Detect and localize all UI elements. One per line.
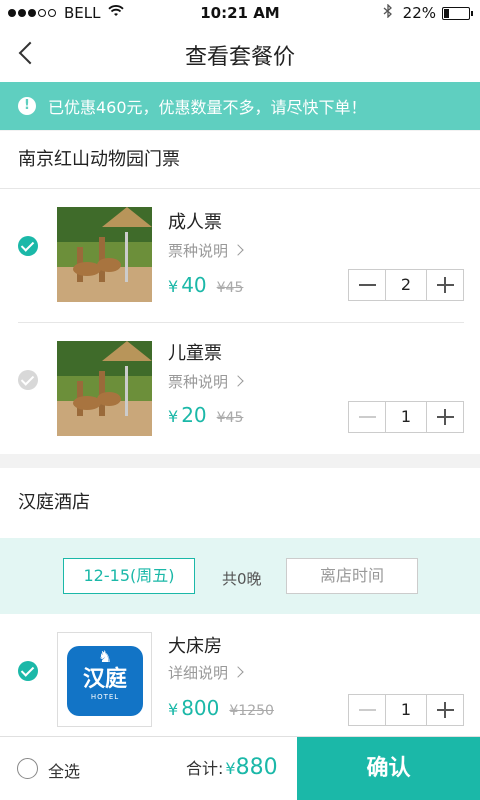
nav-bar: 查看套餐价 <box>0 26 480 82</box>
increment-button[interactable] <box>426 402 463 432</box>
select-all-label[interactable]: 全选 <box>48 758 80 782</box>
chevron-right-icon <box>232 666 244 678</box>
item-desc-link[interactable]: 票种说明 <box>168 240 244 261</box>
price-value: 40 <box>181 273 207 297</box>
hotel-section-title: 汉庭酒店 <box>18 492 90 513</box>
total-price: 合计: ¥880 <box>186 755 278 780</box>
item-price: ¥20 ¥45 <box>168 403 243 427</box>
app: BELL 10:21 AM 22% 查看套餐价 ! 已优惠460元，优惠数量不多… <box>0 0 480 800</box>
ticket-section-title: 南京红山动物园门票 <box>0 131 480 189</box>
quantity-stepper: 1 <box>348 401 464 433</box>
quantity-value[interactable]: 2 <box>386 270 426 300</box>
ticket-section: 南京红山动物园门票 成人票 票种说明 ¥40 ¥45 2 儿童票 票种说明 ¥ … <box>0 131 480 454</box>
logo-text-cn: 汉庭 <box>82 667 127 692</box>
item-name: 成人票 <box>168 212 222 233</box>
item-price: ¥800 ¥1250 <box>168 696 274 720</box>
battery-icon <box>442 6 473 20</box>
item-checkbox[interactable] <box>18 661 38 681</box>
currency-symbol: ¥ <box>168 277 179 296</box>
checkout-date-button[interactable]: 离店时间 <box>286 558 418 594</box>
decrement-button[interactable] <box>349 270 386 300</box>
original-price: ¥45 <box>216 410 244 426</box>
quantity-value[interactable]: 1 <box>386 695 426 725</box>
horse-icon: ♞ <box>97 647 113 666</box>
status-bar: BELL 10:21 AM 22% <box>0 0 480 26</box>
total-label: 合计: <box>186 759 224 778</box>
confirm-button[interactable]: 确认 <box>297 737 480 800</box>
notice-text: 已优惠460元，优惠数量不多，请尽快下单！ <box>48 98 367 117</box>
original-price: ¥45 <box>216 280 244 296</box>
battery-percent: 22% <box>402 4 436 22</box>
status-right: 22% <box>383 3 473 22</box>
price-value: 800 <box>181 696 220 720</box>
quantity-stepper: 1 <box>348 694 464 726</box>
quantity-stepper: 2 <box>348 269 464 301</box>
alert-icon: ! <box>18 97 36 115</box>
item-desc-label: 票种说明 <box>168 242 229 260</box>
item-desc-label: 详细说明 <box>168 664 229 682</box>
currency-symbol: ¥ <box>168 407 179 426</box>
logo-text-en: HOTEL <box>90 693 120 701</box>
date-selector: 12-15(周五) 共0晚 离店时间 <box>0 538 480 614</box>
hotel-logo: ♞ 汉庭 HOTEL <box>57 632 152 727</box>
total-amount: 880 <box>235 755 278 780</box>
increment-button[interactable] <box>426 695 463 725</box>
increment-button[interactable] <box>426 270 463 300</box>
list-item: 儿童票 票种说明 ¥20 ¥45 1 <box>0 323 480 455</box>
hanting-logo: ♞ 汉庭 HOTEL <box>67 646 143 716</box>
decrement-button[interactable] <box>349 402 386 432</box>
list-item: ♞ 汉庭 HOTEL 大床房 详细说明 ¥800 ¥1250 1 <box>0 614 480 746</box>
bluetooth-icon <box>383 3 393 22</box>
item-name: 大床房 <box>168 636 222 657</box>
original-price: ¥1250 <box>229 703 274 719</box>
item-desc-label: 票种说明 <box>168 373 229 391</box>
quantity-value[interactable]: 1 <box>386 402 426 432</box>
item-desc-link[interactable]: 票种说明 <box>168 371 244 392</box>
currency-symbol: ¥ <box>168 700 179 719</box>
giraffe-image <box>57 207 152 302</box>
giraffe-image <box>57 341 152 436</box>
checkin-date-button[interactable]: 12-15(周五) <box>63 558 195 594</box>
item-checkbox[interactable] <box>18 236 38 256</box>
select-all-radio[interactable] <box>17 758 38 779</box>
chevron-right-icon <box>232 375 244 387</box>
nights-count: 共0晚 <box>222 570 262 588</box>
page-title: 查看套餐价 <box>184 45 295 70</box>
currency-symbol: ¥ <box>225 759 236 778</box>
item-name: 儿童票 <box>168 343 222 364</box>
chevron-right-icon <box>232 244 244 256</box>
list-item: 成人票 票种说明 ¥40 ¥45 2 <box>0 189 480 321</box>
item-checkbox[interactable] <box>18 370 38 390</box>
bottom-bar: 全选 合计: ¥880 确认 <box>0 736 480 800</box>
item-price: ¥40 ¥45 <box>168 273 243 297</box>
decrement-button[interactable] <box>349 695 386 725</box>
item-desc-link[interactable]: 详细说明 <box>168 662 244 683</box>
price-value: 20 <box>181 403 207 427</box>
discount-notice: ! 已优惠460元，优惠数量不多，请尽快下单！ <box>0 82 480 130</box>
